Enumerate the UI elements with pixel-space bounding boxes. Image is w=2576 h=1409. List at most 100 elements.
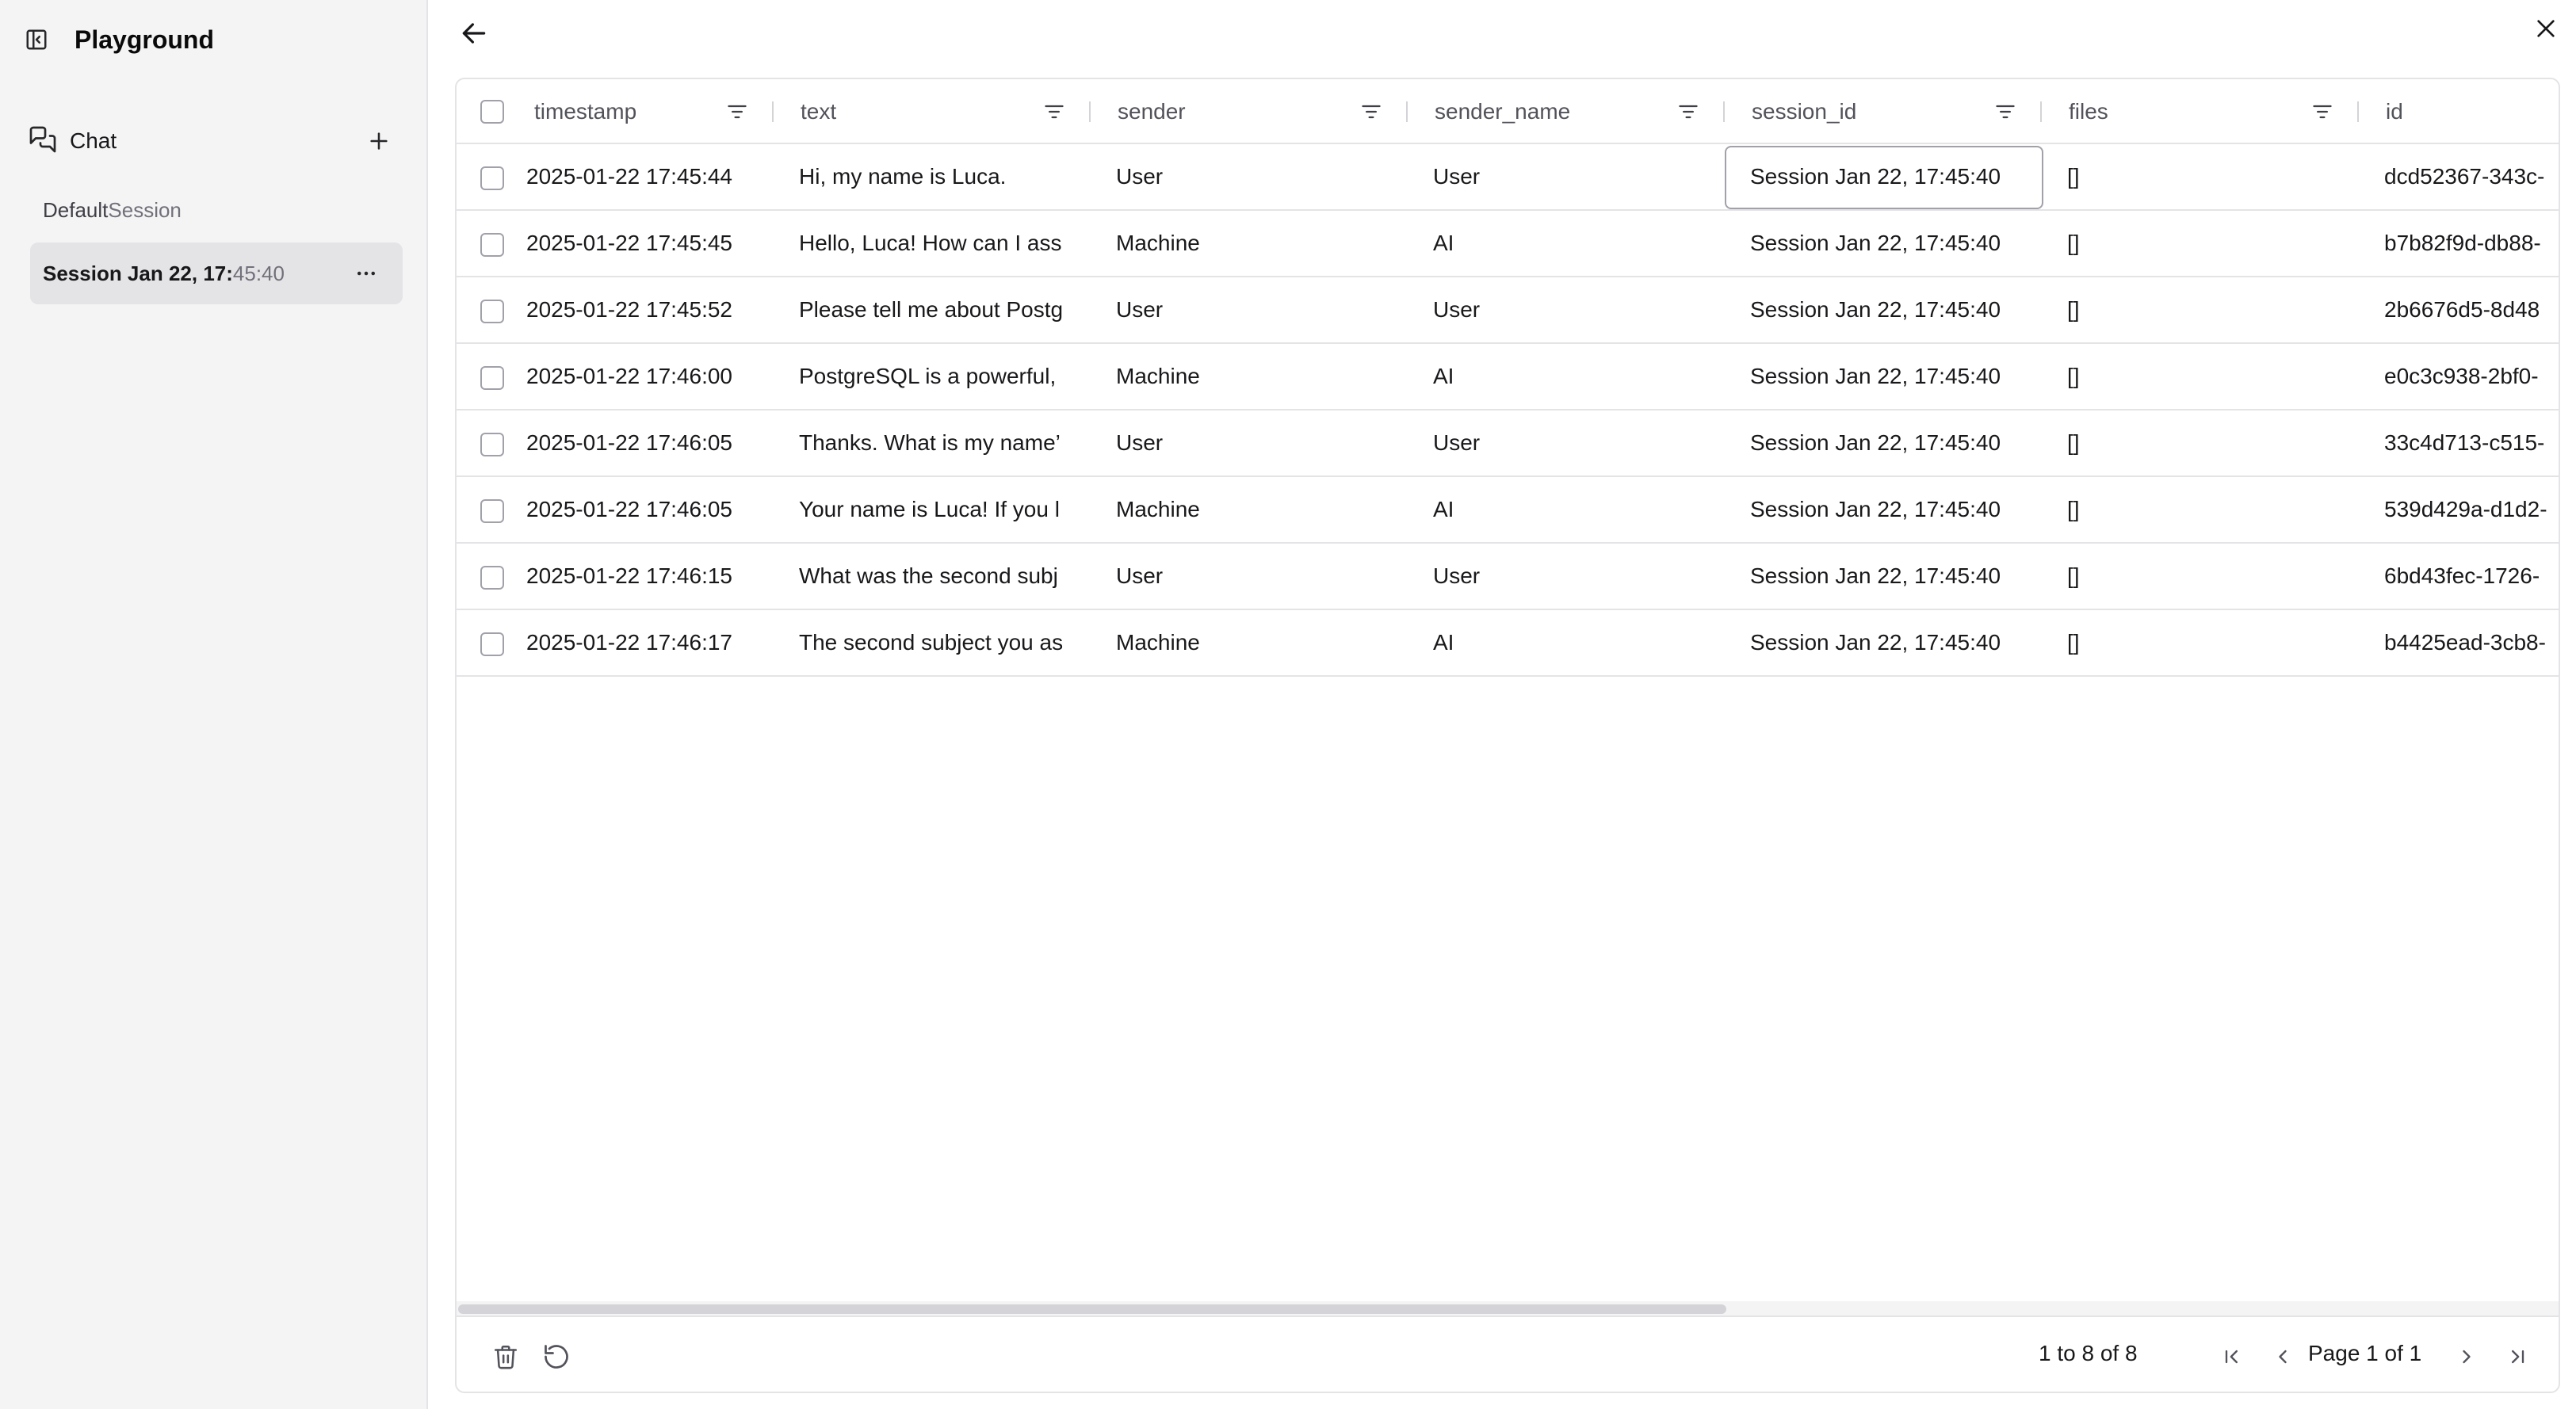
previous-page-button[interactable]	[2265, 1339, 2300, 1374]
cell-sender-name[interactable]: User	[1433, 410, 1703, 475]
table-row[interactable]: 2025-01-22 17:45:45 Hello, Luca! How can …	[457, 211, 2559, 277]
column-header-id[interactable]: id	[2359, 79, 2559, 144]
cell-sender[interactable]: Machine	[1116, 344, 1385, 409]
row-checkbox[interactable]	[480, 632, 504, 656]
table-row[interactable]: 2025-01-22 17:46:05 Thanks. What is my na…	[457, 410, 2559, 477]
cell-text[interactable]: Hi, my name is Luca.	[799, 144, 1068, 209]
cell-text[interactable]: What was the second subj	[799, 544, 1068, 609]
column-header-sender[interactable]: sender	[1091, 79, 1408, 144]
cell-session-id[interactable]: Session Jan 22, 17:45:40	[1750, 144, 2020, 209]
table-row[interactable]: 2025-01-22 17:46:15 What was the second s…	[457, 544, 2559, 610]
cell-text[interactable]: The second subject you as	[799, 610, 1068, 675]
cell-sender[interactable]: Machine	[1116, 477, 1385, 542]
cell-id[interactable]: 33c4d713-c515-	[2384, 410, 2559, 475]
cell-sender-name[interactable]: AI	[1433, 477, 1703, 542]
cell-sender-name[interactable]: User	[1433, 144, 1703, 209]
cell-timestamp[interactable]: 2025-01-22 17:46:05	[526, 477, 772, 542]
cell-files[interactable]: []	[2067, 477, 2337, 542]
filter-icon[interactable]	[1355, 96, 1387, 128]
column-header-files[interactable]: files	[2042, 79, 2359, 144]
cell-text[interactable]: Please tell me about Postg	[799, 277, 1068, 342]
row-checkbox[interactable]	[480, 499, 504, 523]
cell-session-id[interactable]: Session Jan 22, 17:45:40	[1750, 544, 2020, 609]
table-row[interactable]: 2025-01-22 17:46:00 PostgreSQL is a power…	[457, 344, 2559, 410]
cell-id[interactable]: e0c3c938-2bf0-	[2384, 344, 2559, 409]
table-row[interactable]: 2025-01-22 17:46:05 Your name is Luca! If…	[457, 477, 2559, 544]
session-item-active[interactable]: Session Jan 22, 17: 45:40	[30, 242, 403, 304]
column-header-timestamp[interactable]: timestamp	[457, 79, 774, 144]
cell-sender[interactable]: User	[1116, 410, 1385, 475]
table-row[interactable]: 2025-01-22 17:45:44 Hi, my name is Luca. U…	[457, 144, 2559, 211]
cell-text[interactable]: Your name is Luca! If you l	[799, 477, 1068, 542]
back-button[interactable]	[455, 14, 493, 52]
refresh-button[interactable]	[539, 1339, 574, 1374]
cell-sender-name[interactable]: AI	[1433, 610, 1703, 675]
cell-sender[interactable]: User	[1116, 544, 1385, 609]
cell-session-id[interactable]: Session Jan 22, 17:45:40	[1750, 211, 2020, 276]
cell-files[interactable]: []	[2067, 544, 2337, 609]
cell-timestamp[interactable]: 2025-01-22 17:46:15	[526, 544, 772, 609]
cell-session-id[interactable]: Session Jan 22, 17:45:40	[1750, 610, 2020, 675]
filter-icon[interactable]	[721, 96, 753, 128]
cell-timestamp[interactable]: 2025-01-22 17:45:44	[526, 144, 772, 209]
table-row[interactable]: 2025-01-22 17:45:52 Please tell me about …	[457, 277, 2559, 344]
cell-text[interactable]: Hello, Luca! How can I ass	[799, 211, 1068, 276]
cell-files[interactable]: []	[2067, 410, 2337, 475]
cell-sender[interactable]: User	[1116, 144, 1385, 209]
column-header-session-id[interactable]: session_id	[1725, 79, 2042, 144]
cell-timestamp[interactable]: 2025-01-22 17:46:17	[526, 610, 772, 675]
next-page-button[interactable]	[2449, 1339, 2484, 1374]
row-checkbox[interactable]	[480, 366, 504, 390]
cell-files[interactable]: []	[2067, 610, 2337, 675]
cell-sender-name[interactable]: AI	[1433, 211, 1703, 276]
row-checkbox[interactable]	[480, 233, 504, 257]
filter-icon[interactable]	[1672, 96, 1704, 128]
session-options-button[interactable]	[349, 256, 384, 291]
cell-session-id[interactable]: Session Jan 22, 17:45:40	[1750, 477, 2020, 542]
horizontal-scrollbar[interactable]	[457, 1301, 2559, 1315]
row-checkbox[interactable]	[480, 300, 504, 323]
cell-timestamp[interactable]: 2025-01-22 17:45:52	[526, 277, 772, 342]
cell-id[interactable]: b7b82f9d-db88-	[2384, 211, 2559, 276]
cell-sender[interactable]: User	[1116, 277, 1385, 342]
filter-icon[interactable]	[1038, 96, 1070, 128]
cell-text[interactable]: PostgreSQL is a powerful,	[799, 344, 1068, 409]
cell-files[interactable]: []	[2067, 144, 2337, 209]
cell-session-id[interactable]: Session Jan 22, 17:45:40	[1750, 410, 2020, 475]
cell-session-id[interactable]: Session Jan 22, 17:45:40	[1750, 344, 2020, 409]
cell-id[interactable]: 6bd43fec-1726-	[2384, 544, 2559, 609]
cell-id[interactable]: 539d429a-d1d2-	[2384, 477, 2559, 542]
filter-icon[interactable]	[1989, 96, 2021, 128]
row-checkbox[interactable]	[480, 166, 504, 190]
cell-session-id[interactable]: Session Jan 22, 17:45:40	[1750, 277, 2020, 342]
table-row[interactable]: 2025-01-22 17:46:17 The second subject yo…	[457, 610, 2559, 677]
cell-files[interactable]: []	[2067, 277, 2337, 342]
last-page-button[interactable]	[2500, 1339, 2535, 1374]
filter-icon[interactable]	[2307, 96, 2338, 128]
panel-left-icon[interactable]	[22, 25, 51, 54]
cell-text[interactable]: Thanks. What is my name’	[799, 410, 1068, 475]
cell-timestamp[interactable]: 2025-01-22 17:46:05	[526, 410, 772, 475]
cell-sender-name[interactable]: User	[1433, 277, 1703, 342]
cell-timestamp[interactable]: 2025-01-22 17:45:45	[526, 211, 772, 276]
row-checkbox[interactable]	[480, 566, 504, 590]
cell-sender[interactable]: Machine	[1116, 610, 1385, 675]
close-button[interactable]	[2527, 10, 2565, 48]
delete-button[interactable]	[488, 1339, 523, 1374]
scrollbar-thumb[interactable]	[458, 1304, 1726, 1314]
cell-timestamp[interactable]: 2025-01-22 17:46:00	[526, 344, 772, 409]
column-header-text[interactable]: text	[774, 79, 1091, 144]
new-session-button[interactable]	[361, 124, 396, 158]
column-header-sender-name[interactable]: sender_name	[1408, 79, 1725, 144]
first-page-button[interactable]	[2215, 1339, 2249, 1374]
session-item-default[interactable]: Default Session	[30, 179, 403, 241]
cell-id[interactable]: 2b6676d5-8d48	[2384, 277, 2559, 342]
cell-sender-name[interactable]: User	[1433, 544, 1703, 609]
cell-id[interactable]: b4425ead-3cb8-	[2384, 610, 2559, 675]
row-checkbox[interactable]	[480, 433, 504, 456]
cell-sender[interactable]: Machine	[1116, 211, 1385, 276]
cell-id[interactable]: dcd52367-343c-	[2384, 144, 2559, 209]
cell-sender-name[interactable]: AI	[1433, 344, 1703, 409]
cell-files[interactable]: []	[2067, 344, 2337, 409]
cell-files[interactable]: []	[2067, 211, 2337, 276]
